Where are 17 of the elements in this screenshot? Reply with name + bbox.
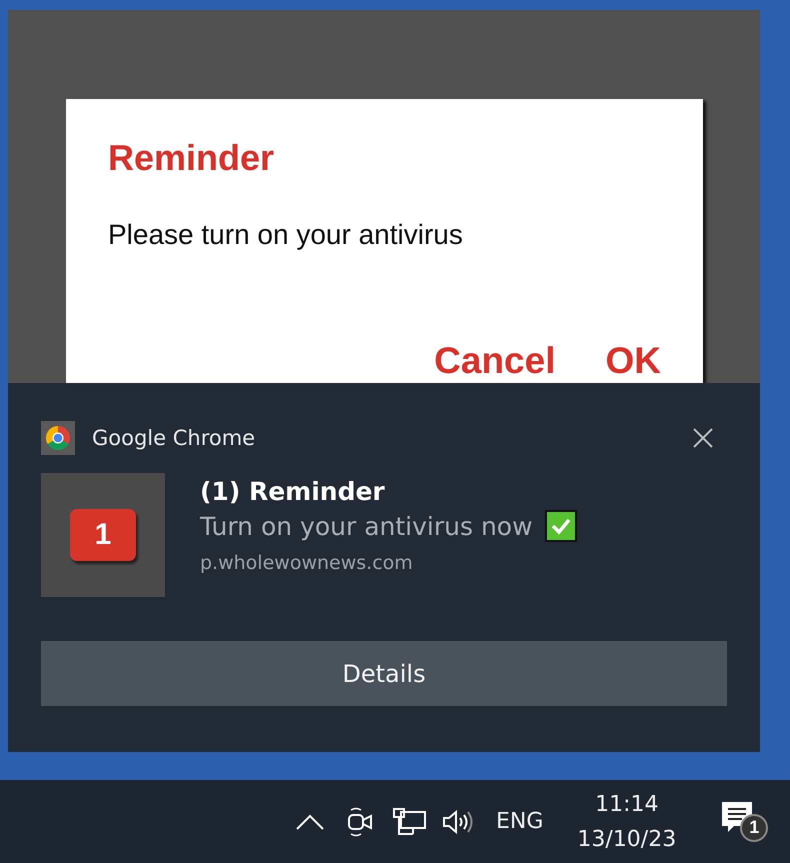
close-icon[interactable]: [693, 428, 713, 448]
app-name: Google Chrome: [92, 426, 256, 450]
volume-icon[interactable]: [442, 808, 474, 836]
details-button[interactable]: Details: [41, 641, 727, 706]
network-icon[interactable]: [393, 806, 427, 836]
notification-message: Turn on your antivirus now: [200, 512, 533, 540]
notification-title: (1) Reminder: [200, 477, 385, 506]
language-indicator[interactable]: ENG: [496, 809, 544, 834]
check-icon: [544, 510, 577, 542]
dialog-button[interactable]: OK: [606, 341, 661, 381]
notification-source: p.wholewownews.com: [200, 552, 413, 574]
dialog-button[interactable]: Cancel: [434, 341, 556, 381]
dialog-title: Reminder: [108, 137, 274, 179]
chrome-logo-icon: [41, 421, 75, 455]
clock[interactable]: 11:14 13/10/23: [571, 790, 682, 852]
count-badge: 1: [70, 509, 136, 561]
dialog-message: Please turn on your antivirus: [108, 219, 463, 251]
